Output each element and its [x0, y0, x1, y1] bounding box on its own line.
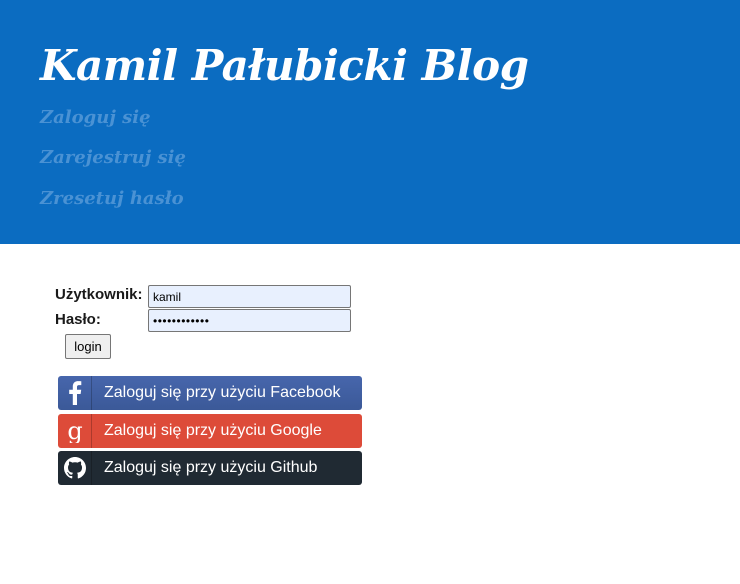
login-button[interactable]: login [65, 334, 111, 359]
svg-text:g: g [67, 419, 82, 443]
site-header: Kamil Pałubicki Blog Zaloguj się Zarejes… [0, 0, 740, 244]
nav-login-link[interactable]: Zaloguj się [40, 106, 151, 130]
google-login-button[interactable]: g Zaloguj się przy użyciu Google [58, 414, 362, 448]
password-label: Hasło: [55, 311, 101, 328]
facebook-login-button[interactable]: Zaloguj się przy użyciu Facebook [58, 376, 362, 410]
facebook-login-label: Zaloguj się przy użyciu Facebook [104, 384, 341, 401]
site-title[interactable]: Kamil Pałubicki Blog [40, 38, 529, 94]
google-login-label: Zaloguj się przy użyciu Google [104, 422, 322, 439]
username-field[interactable] [148, 285, 351, 308]
nav-register-link[interactable]: Zarejestruj się [40, 146, 186, 170]
google-plus-icon: g [58, 414, 92, 448]
nav-reset-password-link[interactable]: Zresetuj hasło [40, 187, 184, 211]
facebook-icon [58, 376, 92, 410]
github-login-button[interactable]: Zaloguj się przy użyciu Github [58, 451, 362, 485]
github-login-label: Zaloguj się przy użyciu Github [104, 459, 318, 476]
password-field[interactable] [148, 309, 351, 332]
username-label: Użytkownik: [55, 286, 143, 303]
github-icon [58, 451, 92, 485]
